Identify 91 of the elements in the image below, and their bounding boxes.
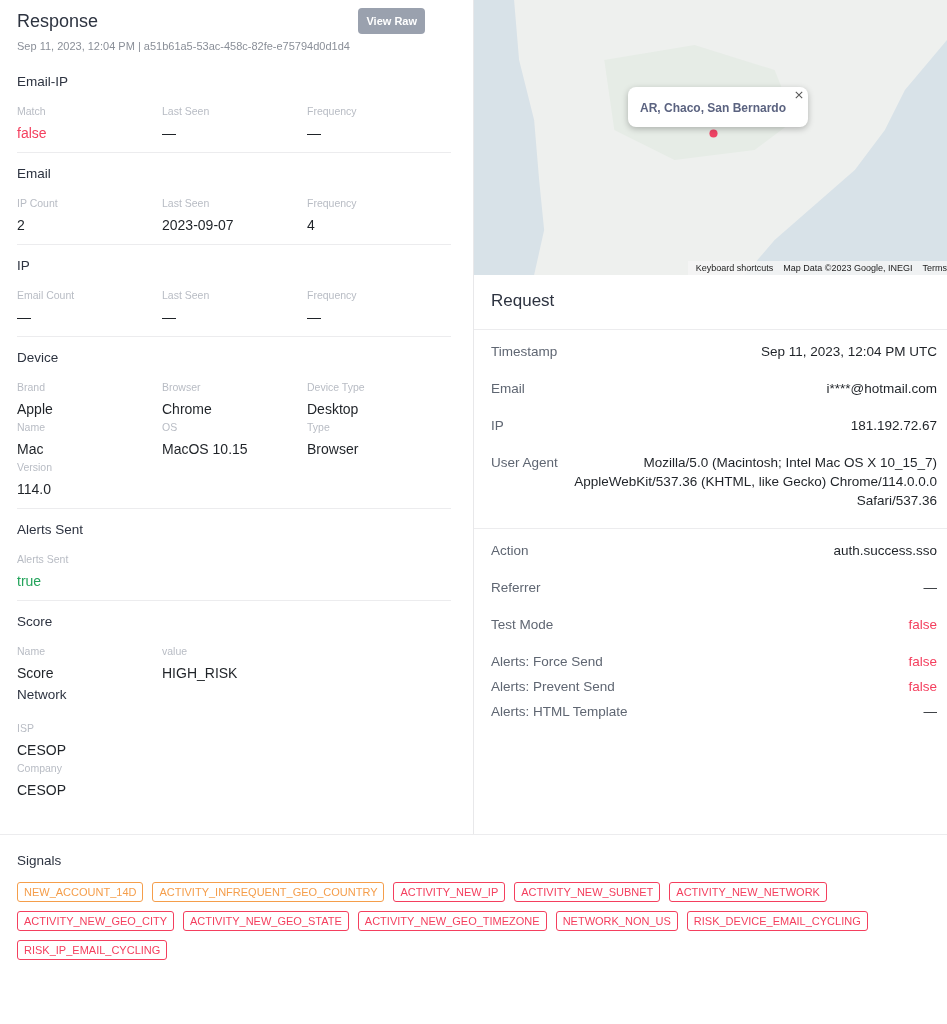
request-value: —	[923, 579, 937, 597]
field-label: IP Count	[17, 197, 59, 209]
field-value: —	[307, 309, 322, 325]
section-title: IP	[17, 258, 31, 273]
request-value: Mozilla/5.0 (Macintosh; Intel Mac OS X 10_15_7) AppleWebKit/537.36 (KHTML, like Gecko) Chrome/114.0.0.0 Safari/537.36	[573, 454, 937, 510]
field-value: Apple	[17, 401, 54, 417]
field-label: Device Type	[307, 381, 366, 393]
signal-tag: NETWORK_NON_US	[555, 911, 678, 931]
request-label: IP	[491, 417, 504, 435]
field-value: 114.0	[17, 481, 52, 497]
request-label: Alerts: Force Send	[491, 653, 603, 671]
field-value: CESOP	[17, 782, 67, 798]
field-label: Frequency	[307, 197, 358, 209]
request-value: Sep 11, 2023, 12:04 PM UTC	[760, 343, 937, 361]
request-value: —	[923, 703, 937, 721]
signal-tag: ACTIVITY_NEW_IP	[393, 882, 506, 902]
request-label: Email	[491, 380, 525, 398]
signal-tag: ACTIVITY_NEW_NETWORK	[669, 882, 827, 902]
signal-tag: NEW_ACCOUNT_14D	[17, 882, 144, 902]
field-value: 2023-09-07	[162, 217, 235, 233]
field-value: MacOS 10.15	[162, 441, 249, 457]
field-value: —	[162, 309, 177, 325]
section-title: Device	[17, 350, 60, 365]
field-value: —	[17, 309, 32, 325]
field-value: Mac	[17, 441, 45, 457]
response-subtitle: Sep 11, 2023, 12:04 PM | a51b61a5-53ac-458c-82fe-e75794d0d1d4	[17, 40, 351, 52]
signal-tag: ACTIVITY_NEW_SUBNET	[514, 882, 661, 902]
field-value: —	[307, 125, 322, 141]
section-title: Score	[17, 614, 54, 629]
response-title: Response	[17, 10, 99, 32]
field-label: Version	[17, 461, 54, 473]
request-label: User Agent	[491, 454, 558, 472]
field-label: Email Count	[17, 289, 76, 301]
field-label: Last Seen	[162, 197, 211, 209]
field-value: —	[162, 125, 177, 141]
subsection-title: Network	[17, 687, 68, 702]
field-label: Name	[17, 645, 46, 657]
field-label: value	[162, 645, 189, 657]
attribution-link[interactable]: Keyboard shortcuts	[695, 263, 774, 273]
field-value: 4	[307, 217, 316, 233]
field-label: Company	[17, 762, 63, 774]
attribution-link[interactable]: Map Data ©2023 Google, INEGI	[783, 263, 913, 273]
location-pin-icon	[709, 129, 718, 138]
field-label: Alerts Sent	[17, 553, 70, 565]
request-value: false	[908, 616, 937, 634]
field-label: Frequency	[307, 289, 358, 301]
field-label: Brand	[17, 381, 47, 393]
field-value: Desktop	[307, 401, 360, 417]
request-title: Request	[491, 291, 556, 311]
field-label: OS	[162, 421, 179, 433]
field-value: Score	[17, 665, 55, 681]
field-value: Chrome	[162, 401, 213, 417]
field-label: Frequency	[307, 105, 358, 117]
field-label: Last Seen	[162, 105, 211, 117]
field-label: ISP	[17, 722, 35, 734]
field-value: true	[17, 573, 43, 589]
section-title: Email-IP	[17, 74, 69, 89]
signal-tag: RISK_DEVICE_EMAIL_CYCLING	[686, 911, 868, 931]
field-label: Last Seen	[162, 289, 211, 301]
request-label: Referrer	[491, 579, 541, 597]
field-label: Browser	[162, 381, 202, 393]
signal-tag: ACTIVITY_NEW_GEO_STATE	[183, 911, 349, 931]
close-icon[interactable]	[795, 91, 804, 99]
request-value: i****@hotmail.com	[826, 380, 937, 398]
signal-tag: ACTIVITY_INFREQUENT_GEO_COUNTRY	[152, 882, 385, 902]
section-title: Alerts Sent	[17, 522, 85, 537]
field-value: 2	[17, 217, 26, 233]
signal-tag: ACTIVITY_NEW_GEO_TIMEZONE	[357, 911, 547, 931]
request-value: auth.success.sso	[833, 542, 937, 560]
request-value: false	[908, 678, 937, 696]
field-label: Type	[307, 421, 331, 433]
request-label: Action	[491, 542, 529, 560]
signal-tag: ACTIVITY_NEW_GEO_CITY	[17, 911, 175, 931]
section-title: Email	[17, 166, 52, 181]
field-value: false	[17, 125, 48, 141]
popup-location-text: AR, Chaco, San Bernardo	[640, 101, 787, 115]
request-label: Alerts: HTML Template	[491, 703, 628, 721]
attribution-link[interactable]: Terms	[922, 263, 947, 273]
signal-tag: RISK_IP_EMAIL_CYCLING	[17, 940, 168, 960]
request-label: Alerts: Prevent Send	[491, 678, 615, 696]
field-value: CESOP	[17, 742, 67, 758]
field-label: Name	[17, 421, 46, 433]
request-label: Timestamp	[491, 343, 558, 361]
request-label: Test Mode	[491, 616, 554, 634]
request-value: 181.192.72.67	[850, 417, 937, 435]
request-value: false	[908, 653, 937, 671]
field-label: Match	[17, 105, 47, 117]
signals-title: Signals	[17, 853, 63, 868]
field-value: HIGH_RISK	[162, 665, 239, 681]
map[interactable]: AR, Chaco, San Bernardo Keyboard shortcuts Map Data ©2023 Google, INEGI Terms	[474, 0, 947, 275]
field-value: Browser	[307, 441, 360, 457]
